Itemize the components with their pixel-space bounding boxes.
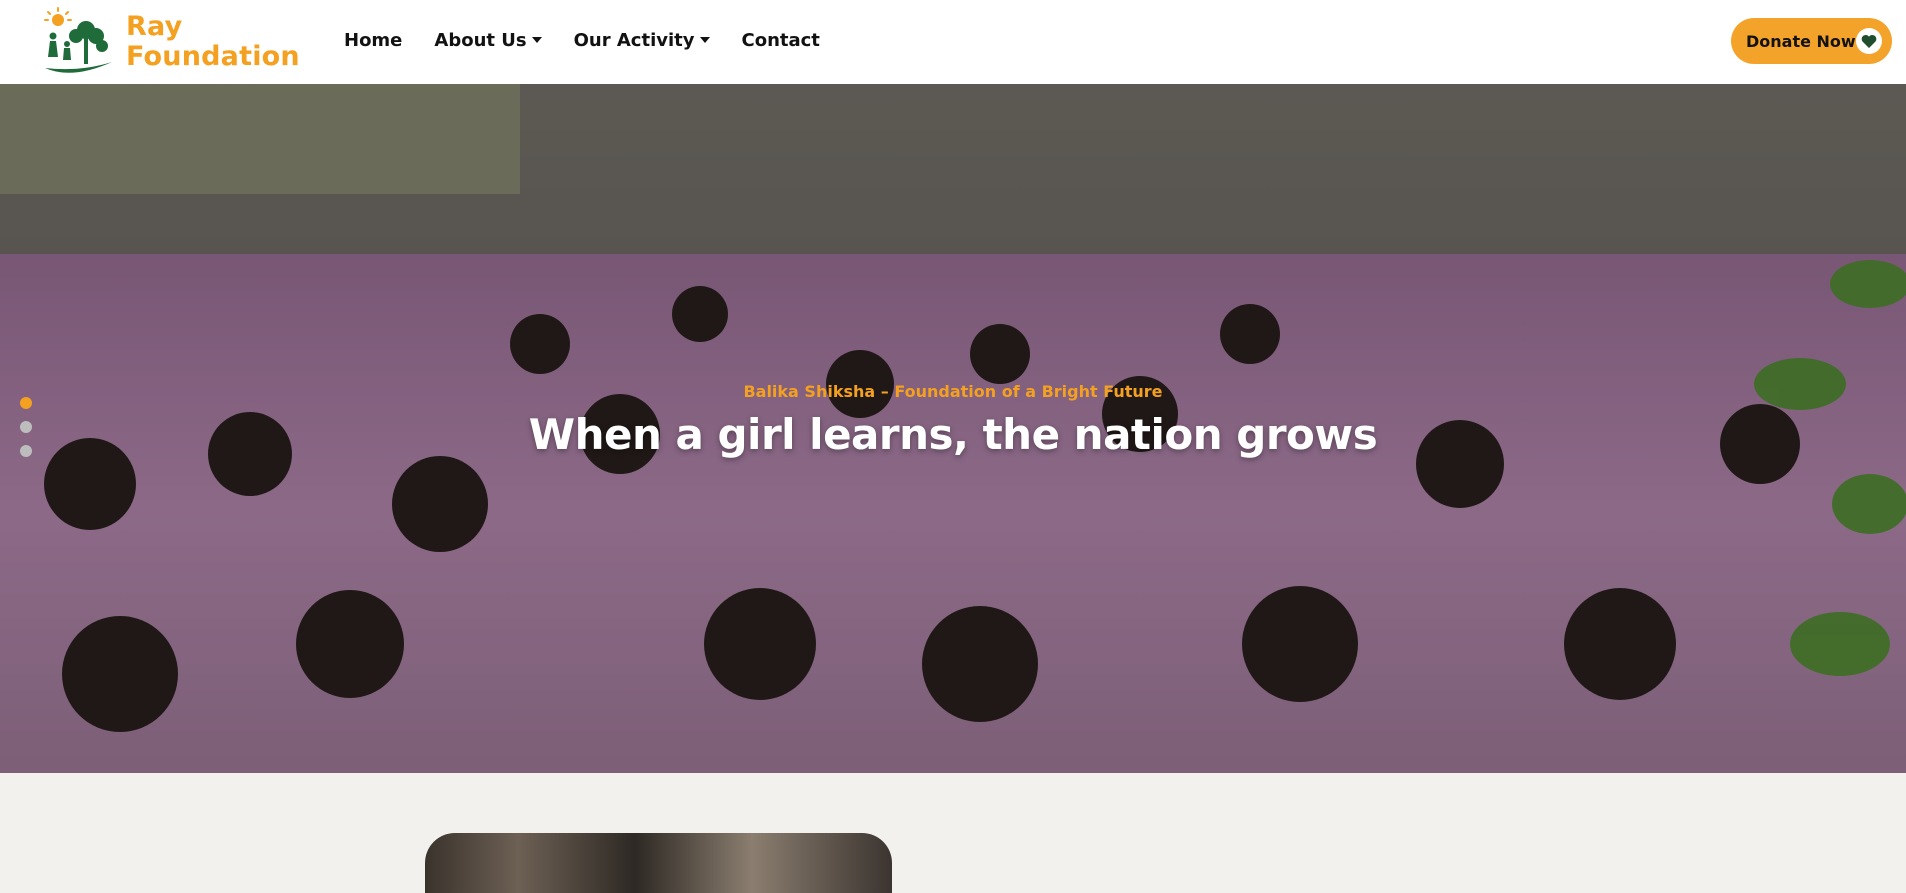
brand-name: Ray Foundation — [126, 12, 300, 72]
hero-subtitle: Balika Shiksha – Foundation of a Bright … — [743, 382, 1163, 401]
nav-about-us[interactable]: About Us — [434, 29, 542, 51]
about-section — [0, 773, 1906, 893]
hero-slider: Balika Shiksha – Foundation of a Bright … — [0, 84, 1906, 773]
slider-pagination — [20, 397, 32, 469]
hero-title: When a girl learns, the nation grows — [528, 410, 1378, 459]
about-image-card — [425, 833, 892, 893]
tree-sun-logo-icon — [44, 7, 112, 73]
donate-now-label: Donate Now — [1746, 31, 1856, 51]
nav-contact[interactable]: Contact — [742, 30, 820, 51]
heart-icon — [1856, 28, 1882, 54]
brand-name-line1: Ray — [126, 11, 183, 42]
caret-down-icon — [531, 37, 542, 43]
donate-now-button[interactable]: Donate Now — [1731, 18, 1892, 64]
site-header: Ray Foundation Home About Us Our Activit… — [0, 0, 1906, 84]
nav-our-activity[interactable]: Our Activity — [574, 30, 710, 51]
nav-home-label: Home — [344, 29, 403, 51]
site-logo[interactable]: Ray Foundation — [42, 6, 300, 78]
nav-our-activity-label: Our Activity — [573, 29, 695, 51]
slider-dot-3[interactable] — [20, 445, 32, 457]
nav-about-us-label: About Us — [434, 29, 527, 51]
slider-dot-1[interactable] — [20, 397, 32, 409]
brand-name-line2: Foundation — [126, 41, 300, 72]
caret-down-icon — [699, 37, 710, 43]
slider-dot-2[interactable] — [20, 421, 32, 433]
nav-home[interactable]: Home — [344, 30, 402, 51]
nav-contact-label: Contact — [741, 29, 820, 51]
main-nav: Home About Us Our Activity Contact — [344, 0, 852, 80]
